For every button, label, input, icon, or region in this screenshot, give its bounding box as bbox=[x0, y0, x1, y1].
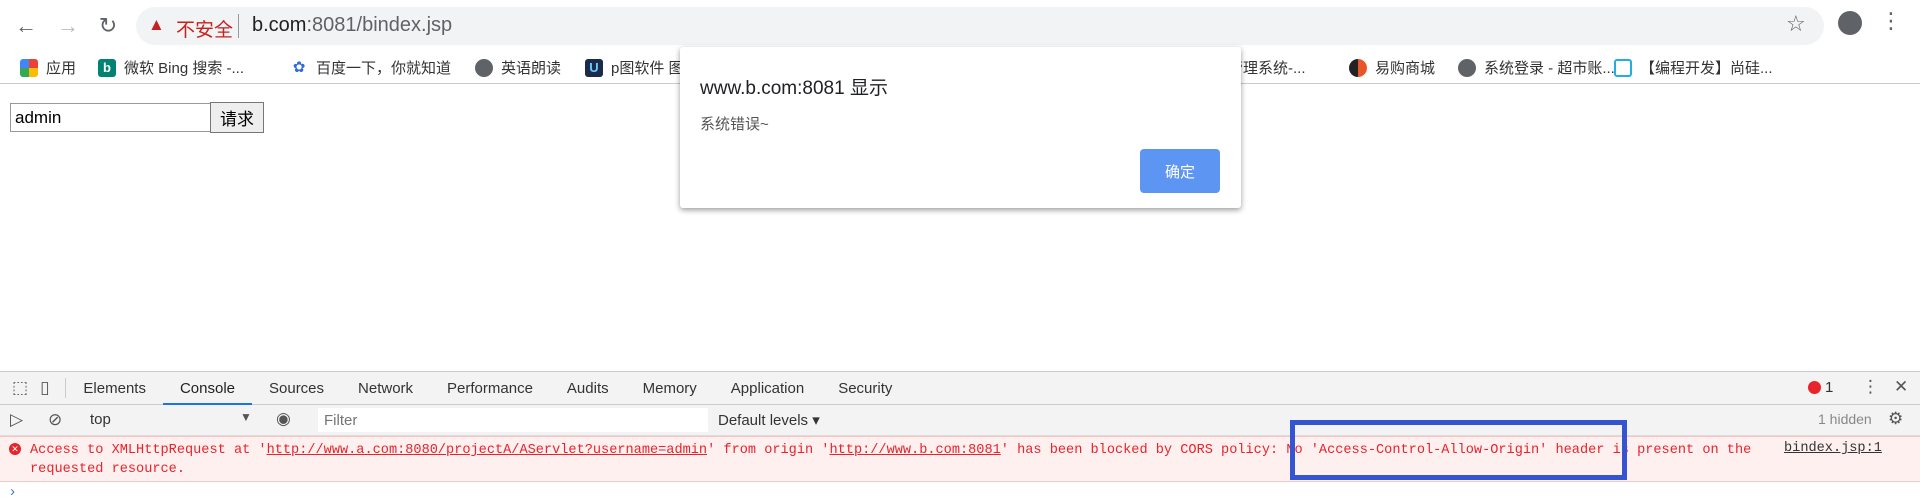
request-url-link[interactable]: http://www.a.com:8080/projectA/AServlet?… bbox=[267, 443, 708, 458]
bookmark-shop[interactable]: 易购商城 bbox=[1349, 57, 1435, 78]
console-prompt[interactable]: › bbox=[10, 483, 15, 500]
tab-performance[interactable]: Performance bbox=[430, 372, 550, 405]
tab-audits[interactable]: Audits bbox=[550, 372, 626, 405]
context-select[interactable]: top bbox=[90, 411, 111, 428]
tab-network[interactable]: Network bbox=[341, 372, 430, 405]
bookmark-apps[interactable]: 应用 bbox=[20, 57, 76, 78]
tab-application[interactable]: Application bbox=[714, 372, 821, 405]
url-text[interactable]: b.com:8081/bindex.jsp bbox=[252, 14, 452, 37]
app-icon: U bbox=[585, 58, 603, 77]
bookmark-ptu[interactable]: Up图软件 图 bbox=[585, 57, 684, 78]
bookmark-label: 应用 bbox=[46, 60, 77, 77]
reload-button[interactable]: ↻ bbox=[92, 10, 124, 42]
levels-label: Default levels bbox=[718, 412, 809, 429]
divider bbox=[238, 14, 239, 38]
address-bar[interactable]: ▲ 不安全 b.com:8081/bindex.jsp ☆ bbox=[136, 7, 1824, 45]
bookmark-label: 系统登录 - 超市账... bbox=[1484, 60, 1615, 77]
bookmark-label: 易购商城 bbox=[1375, 60, 1436, 77]
apps-grid-icon bbox=[20, 58, 38, 77]
profile-avatar-icon[interactable] bbox=[1838, 11, 1862, 35]
bookmark-baidu[interactable]: ✿ 百度一下，你就知道 bbox=[290, 57, 451, 78]
filter-input[interactable] bbox=[318, 408, 708, 432]
globe-icon bbox=[475, 58, 493, 77]
ok-button[interactable]: 确定 bbox=[1140, 149, 1220, 193]
username-input[interactable] bbox=[10, 103, 211, 132]
dropdown-arrow-icon: ▼ bbox=[240, 410, 252, 424]
bing-icon: b bbox=[98, 58, 116, 77]
clear-console-icon[interactable]: ⊘ bbox=[48, 410, 62, 430]
baidu-paw-icon: ✿ bbox=[290, 58, 308, 77]
dialog-message: 系统错误~ bbox=[700, 116, 769, 133]
bookmark-star-icon[interactable]: ☆ bbox=[1786, 11, 1806, 37]
back-button[interactable]: ← bbox=[10, 10, 42, 42]
tab-security[interactable]: Security bbox=[821, 372, 909, 405]
console-toolbar: ▷ ⊘ top ▼ ◉ Default levels ▾ 1 hidden ⚙ bbox=[0, 405, 1920, 436]
error-part: Access to XMLHttpRequest at ' bbox=[30, 443, 267, 458]
alert-dialog: www.b.com:8081 显示 系统错误~ 确定 bbox=[680, 47, 1241, 208]
device-toolbar-icon[interactable]: ▯ bbox=[40, 378, 49, 398]
console-error-message: ✕ Access to XMLHttpRequest at 'http://ww… bbox=[0, 436, 1920, 482]
error-part: ' from origin ' bbox=[707, 443, 830, 458]
bookmark-label: 百度一下，你就知道 bbox=[316, 60, 452, 77]
request-button[interactable]: 请求 bbox=[210, 102, 264, 133]
settings-gear-icon[interactable]: ⚙ bbox=[1888, 409, 1903, 429]
globe-icon bbox=[1458, 58, 1476, 77]
error-icon bbox=[1808, 381, 1821, 394]
log-levels-dropdown[interactable]: Default levels ▾ bbox=[718, 411, 820, 429]
tab-sources[interactable]: Sources bbox=[252, 372, 341, 405]
bookmark-bing[interactable]: b 微软 Bing 搜索 -... bbox=[98, 57, 244, 78]
devtools-tabs: ⬚ ▯ Elements Console Sources Network Per… bbox=[0, 372, 1920, 406]
origin-url-link[interactable]: http://www.b.com:8081 bbox=[829, 443, 1000, 458]
bookmark-label: 英语朗读 bbox=[501, 60, 562, 77]
tab-console[interactable]: Console bbox=[162, 372, 253, 406]
eye-icon[interactable]: ◉ bbox=[276, 409, 291, 429]
menu-dots-icon[interactable]: ⋮ bbox=[1880, 8, 1902, 34]
forward-button[interactable]: → bbox=[52, 10, 84, 42]
site-icon bbox=[1349, 58, 1367, 77]
warning-icon: ▲ bbox=[148, 15, 165, 34]
inspect-element-icon[interactable]: ⬚ bbox=[12, 378, 28, 398]
bookmark-label: 微软 Bing 搜索 -... bbox=[124, 60, 245, 77]
error-count[interactable]: 1 bbox=[1825, 379, 1833, 396]
close-icon[interactable]: ✕ bbox=[1894, 377, 1908, 397]
bookmark-english[interactable]: 英语朗读 bbox=[475, 57, 561, 78]
bookmark-login[interactable]: 系统登录 - 超市账... bbox=[1458, 57, 1615, 78]
url-host: b.com bbox=[252, 14, 307, 36]
error-icon: ✕ bbox=[9, 443, 21, 455]
annotation-highlight-box bbox=[1290, 420, 1627, 480]
devtools-panel: ⬚ ▯ Elements Console Sources Network Per… bbox=[0, 371, 1920, 502]
bookmark-label: p图软件 图 bbox=[611, 60, 684, 77]
tab-memory[interactable]: Memory bbox=[626, 372, 714, 405]
sidebar-toggle-icon[interactable]: ▷ bbox=[10, 410, 23, 430]
source-link[interactable]: bindex.jsp:1 bbox=[1784, 441, 1882, 456]
security-label[interactable]: 不安全 bbox=[176, 15, 233, 42]
bookmark-bilibili[interactable]: 【编程开发】尚硅... bbox=[1614, 57, 1773, 78]
bookmark-label: 【编程开发】尚硅... bbox=[1640, 60, 1773, 77]
tab-elements[interactable]: Elements bbox=[66, 372, 163, 405]
bilibili-icon bbox=[1614, 58, 1632, 77]
browser-toolbar: ← → ↻ ▲ 不安全 b.com:8081/bindex.jsp ☆ ⋮ bbox=[0, 0, 1920, 51]
dialog-title: www.b.com:8081 显示 bbox=[700, 78, 888, 99]
hidden-count: 1 hidden bbox=[1818, 411, 1872, 427]
url-path: :8081/bindex.jsp bbox=[306, 14, 453, 36]
more-options-icon[interactable]: ⋮ bbox=[1862, 377, 1879, 397]
